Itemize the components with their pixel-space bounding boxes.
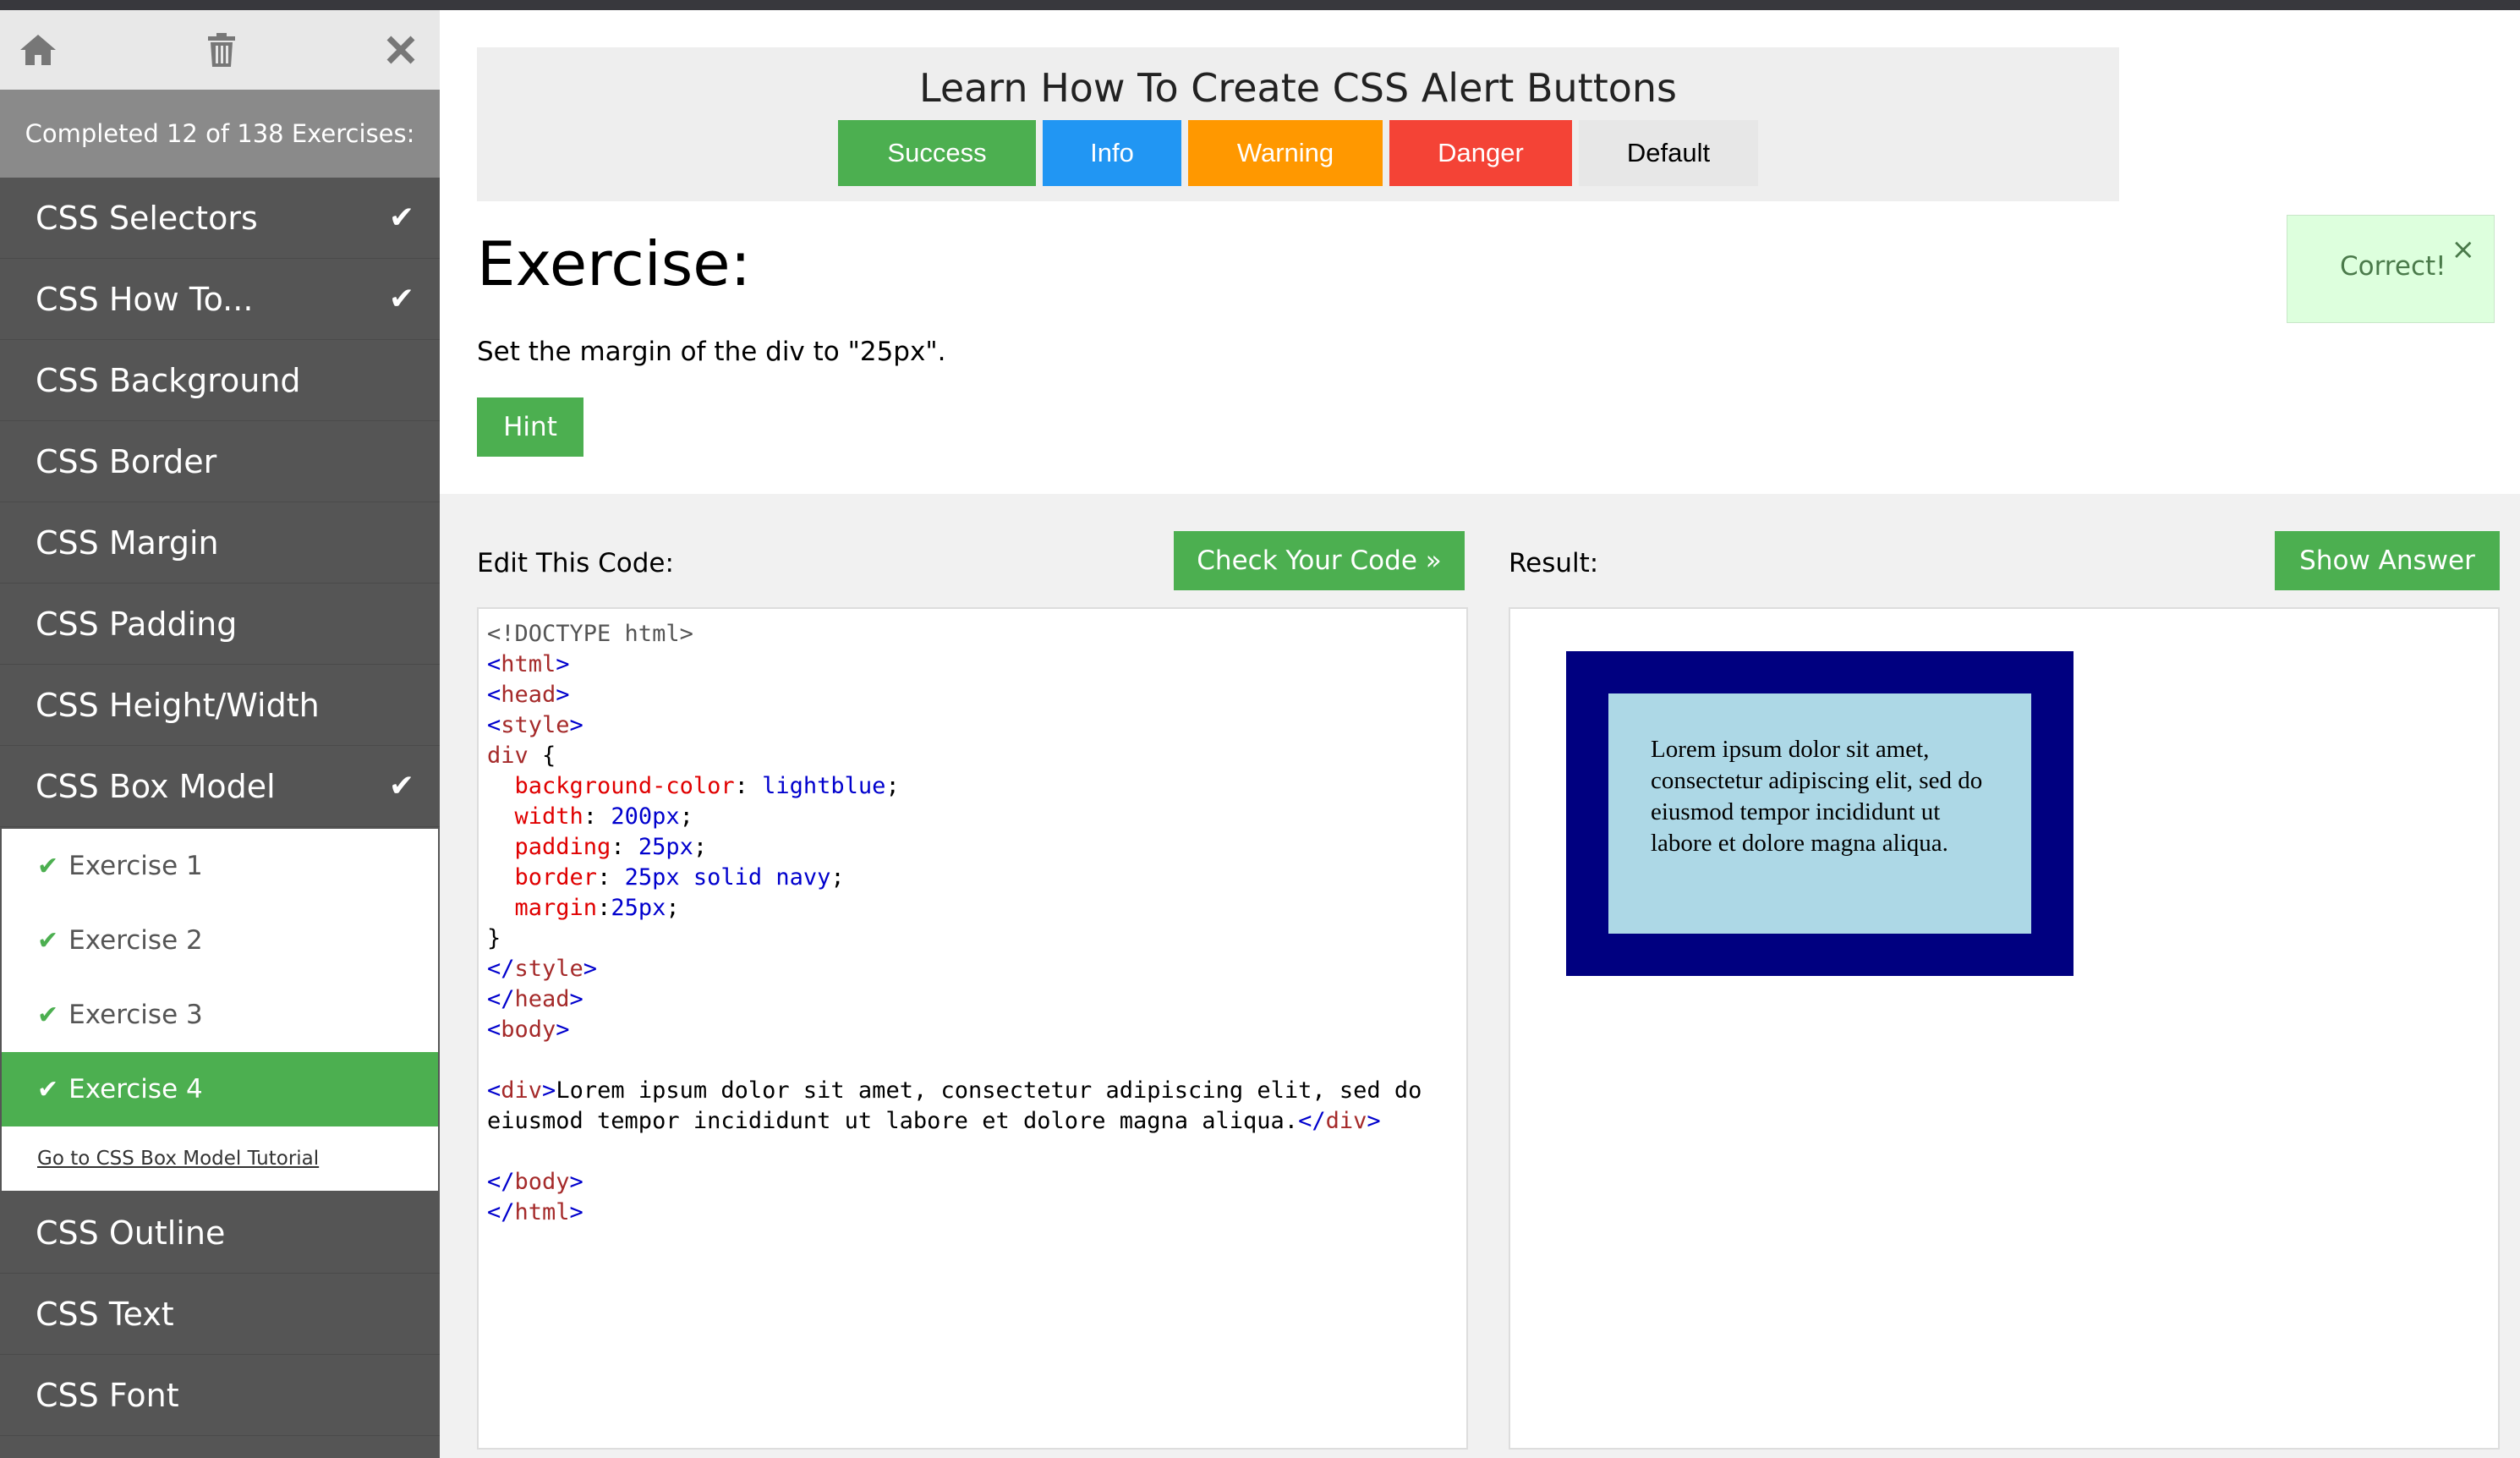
code-line: <body>: [487, 1017, 570, 1043]
code-line: margin:25px;: [514, 895, 680, 921]
sidebar-item-css-background[interactable]: CSS Background: [0, 340, 440, 421]
result-label: Result:: [1509, 548, 1599, 578]
sidebar-item-label: CSS Padding: [36, 605, 238, 643]
code-line: padding: 25px;: [514, 834, 708, 860]
code-line: </style>: [487, 956, 598, 982]
info-button[interactable]: Info: [1043, 120, 1181, 186]
sidebar-item-label: CSS Height/Width: [36, 686, 320, 724]
check-icon: ✔: [388, 200, 414, 235]
preview-div-border: Lorem ipsum dolor sit amet, consectetur …: [1566, 651, 2074, 976]
code-line: </html>: [487, 1199, 583, 1225]
progress-label: Completed 12 of 138 Exercises:: [0, 90, 440, 178]
feedback-message: Correct!: [2340, 251, 2446, 282]
sidebar-item-css-margin[interactable]: CSS Margin: [0, 502, 440, 584]
sub-item-exercise-1[interactable]: ✔ Exercise 1: [2, 829, 438, 903]
sidebar-item-css-box-model[interactable]: CSS Box Model ✔: [0, 746, 440, 827]
sidebar-item-label: CSS Border: [36, 442, 217, 480]
code-line: </body>: [487, 1169, 583, 1195]
code-line: width: 200px;: [514, 803, 693, 830]
check-icon: ✔: [37, 925, 59, 956]
sidebar-item-label: CSS Outline: [36, 1214, 226, 1252]
close-icon[interactable]: [386, 35, 416, 65]
editor-area: Edit This Code: Check Your Code » Result…: [440, 494, 2520, 1458]
check-icon: ✔: [37, 851, 59, 881]
check-code-button[interactable]: Check Your Code »: [1174, 531, 1465, 590]
edit-code-label: Edit This Code:: [477, 548, 674, 578]
sub-item-label: Exercise 3: [68, 1000, 203, 1030]
sub-item-label: Exercise 4: [68, 1074, 203, 1104]
sidebar-item-label: CSS Box Model: [36, 767, 276, 805]
check-icon: ✔: [388, 282, 414, 316]
check-icon: ✔: [37, 1074, 59, 1104]
correct-feedback: Correct! ×: [2287, 215, 2495, 323]
result-preview: Lorem ipsum dolor sit amet, consectetur …: [1509, 607, 2500, 1450]
sidebar-item-label: CSS Text: [36, 1295, 174, 1333]
preview-div-content: Lorem ipsum dolor sit amet, consectetur …: [1608, 693, 2031, 934]
exercise-instruction: Set the margin of the div to "25px".: [477, 337, 946, 367]
check-icon: ✔: [388, 769, 414, 803]
sub-item-exercise-4[interactable]: ✔ Exercise 4: [2, 1052, 438, 1126]
alert-button-row: Success Info Warning Danger Default: [477, 120, 2119, 186]
exercise-submenu: ✔ Exercise 1 ✔ Exercise 2 ✔ Exercise 3 ✔ Exe…: [0, 827, 440, 1192]
sidebar-item-label: CSS Selectors: [36, 199, 258, 237]
sidebar-item-label: CSS Margin: [36, 523, 219, 562]
sidebar-item-label: CSS How To...: [36, 280, 254, 318]
exercise-heading: Exercise:: [477, 228, 751, 299]
code-line: <div>Lorem ipsum dolor sit amet, consect…: [487, 1077, 1422, 1104]
code-editor[interactable]: <!DOCTYPE html> <html> <head> <style> di…: [477, 607, 1468, 1450]
sidebar-item-css-how-to[interactable]: CSS How To... ✔: [0, 259, 440, 340]
sidebar-item-css-outline[interactable]: CSS Outline: [0, 1192, 440, 1274]
sidebar-item-css-font[interactable]: CSS Font: [0, 1355, 440, 1436]
code-line: eiusmod tempor incididunt ut labore et d…: [487, 1108, 1381, 1134]
success-button[interactable]: Success: [838, 120, 1036, 186]
code-line: }: [487, 925, 501, 951]
sub-item-exercise-2[interactable]: ✔ Exercise 2: [2, 903, 438, 978]
code-line: </head>: [487, 986, 583, 1012]
sidebar-toolbar: [0, 10, 440, 90]
sidebar-item-css-selectors[interactable]: CSS Selectors ✔: [0, 178, 440, 259]
sidebar-item-label: CSS Background: [36, 361, 301, 399]
default-button[interactable]: Default: [1579, 120, 1758, 186]
exercise-sidebar: Completed 12 of 138 Exercises: CSS Selec…: [0, 10, 440, 1458]
code-line: border: 25px solid navy;: [514, 864, 845, 891]
code-line: background-color: lightblue;: [514, 773, 900, 799]
check-icon: ✔: [37, 1000, 59, 1030]
sub-item-label: Exercise 1: [68, 851, 203, 881]
code-line: <html>: [487, 651, 570, 677]
code-line: <!DOCTYPE html>: [487, 621, 693, 647]
warning-button[interactable]: Warning: [1188, 120, 1383, 186]
sidebar-item-css-height-width[interactable]: CSS Height/Width: [0, 665, 440, 746]
sidebar-item-css-text[interactable]: CSS Text: [0, 1274, 440, 1355]
danger-button[interactable]: Danger: [1389, 120, 1572, 186]
browser-top-bar: [0, 0, 2520, 10]
sidebar-item-label: CSS Font: [36, 1376, 179, 1414]
sub-item-exercise-3[interactable]: ✔ Exercise 3: [2, 978, 438, 1052]
show-answer-button[interactable]: Show Answer: [2275, 531, 2500, 590]
code-line: <head>: [487, 682, 570, 708]
sidebar-item-css-border[interactable]: CSS Border: [0, 421, 440, 502]
code-line: div {: [487, 743, 556, 769]
close-feedback-icon[interactable]: ×: [2452, 233, 2476, 266]
home-icon[interactable]: [19, 33, 58, 67]
tutorial-link[interactable]: Go to CSS Box Model Tutorial: [2, 1126, 438, 1191]
sidebar-item-css-padding[interactable]: CSS Padding: [0, 584, 440, 665]
hint-button[interactable]: Hint: [477, 397, 583, 457]
sub-item-label: Exercise 2: [68, 925, 203, 956]
trash-icon[interactable]: [206, 32, 237, 68]
code-line: <style>: [487, 712, 583, 738]
alert-buttons-banner: Learn How To Create CSS Alert Buttons Su…: [477, 47, 2119, 201]
banner-title[interactable]: Learn How To Create CSS Alert Buttons: [477, 63, 2119, 113]
